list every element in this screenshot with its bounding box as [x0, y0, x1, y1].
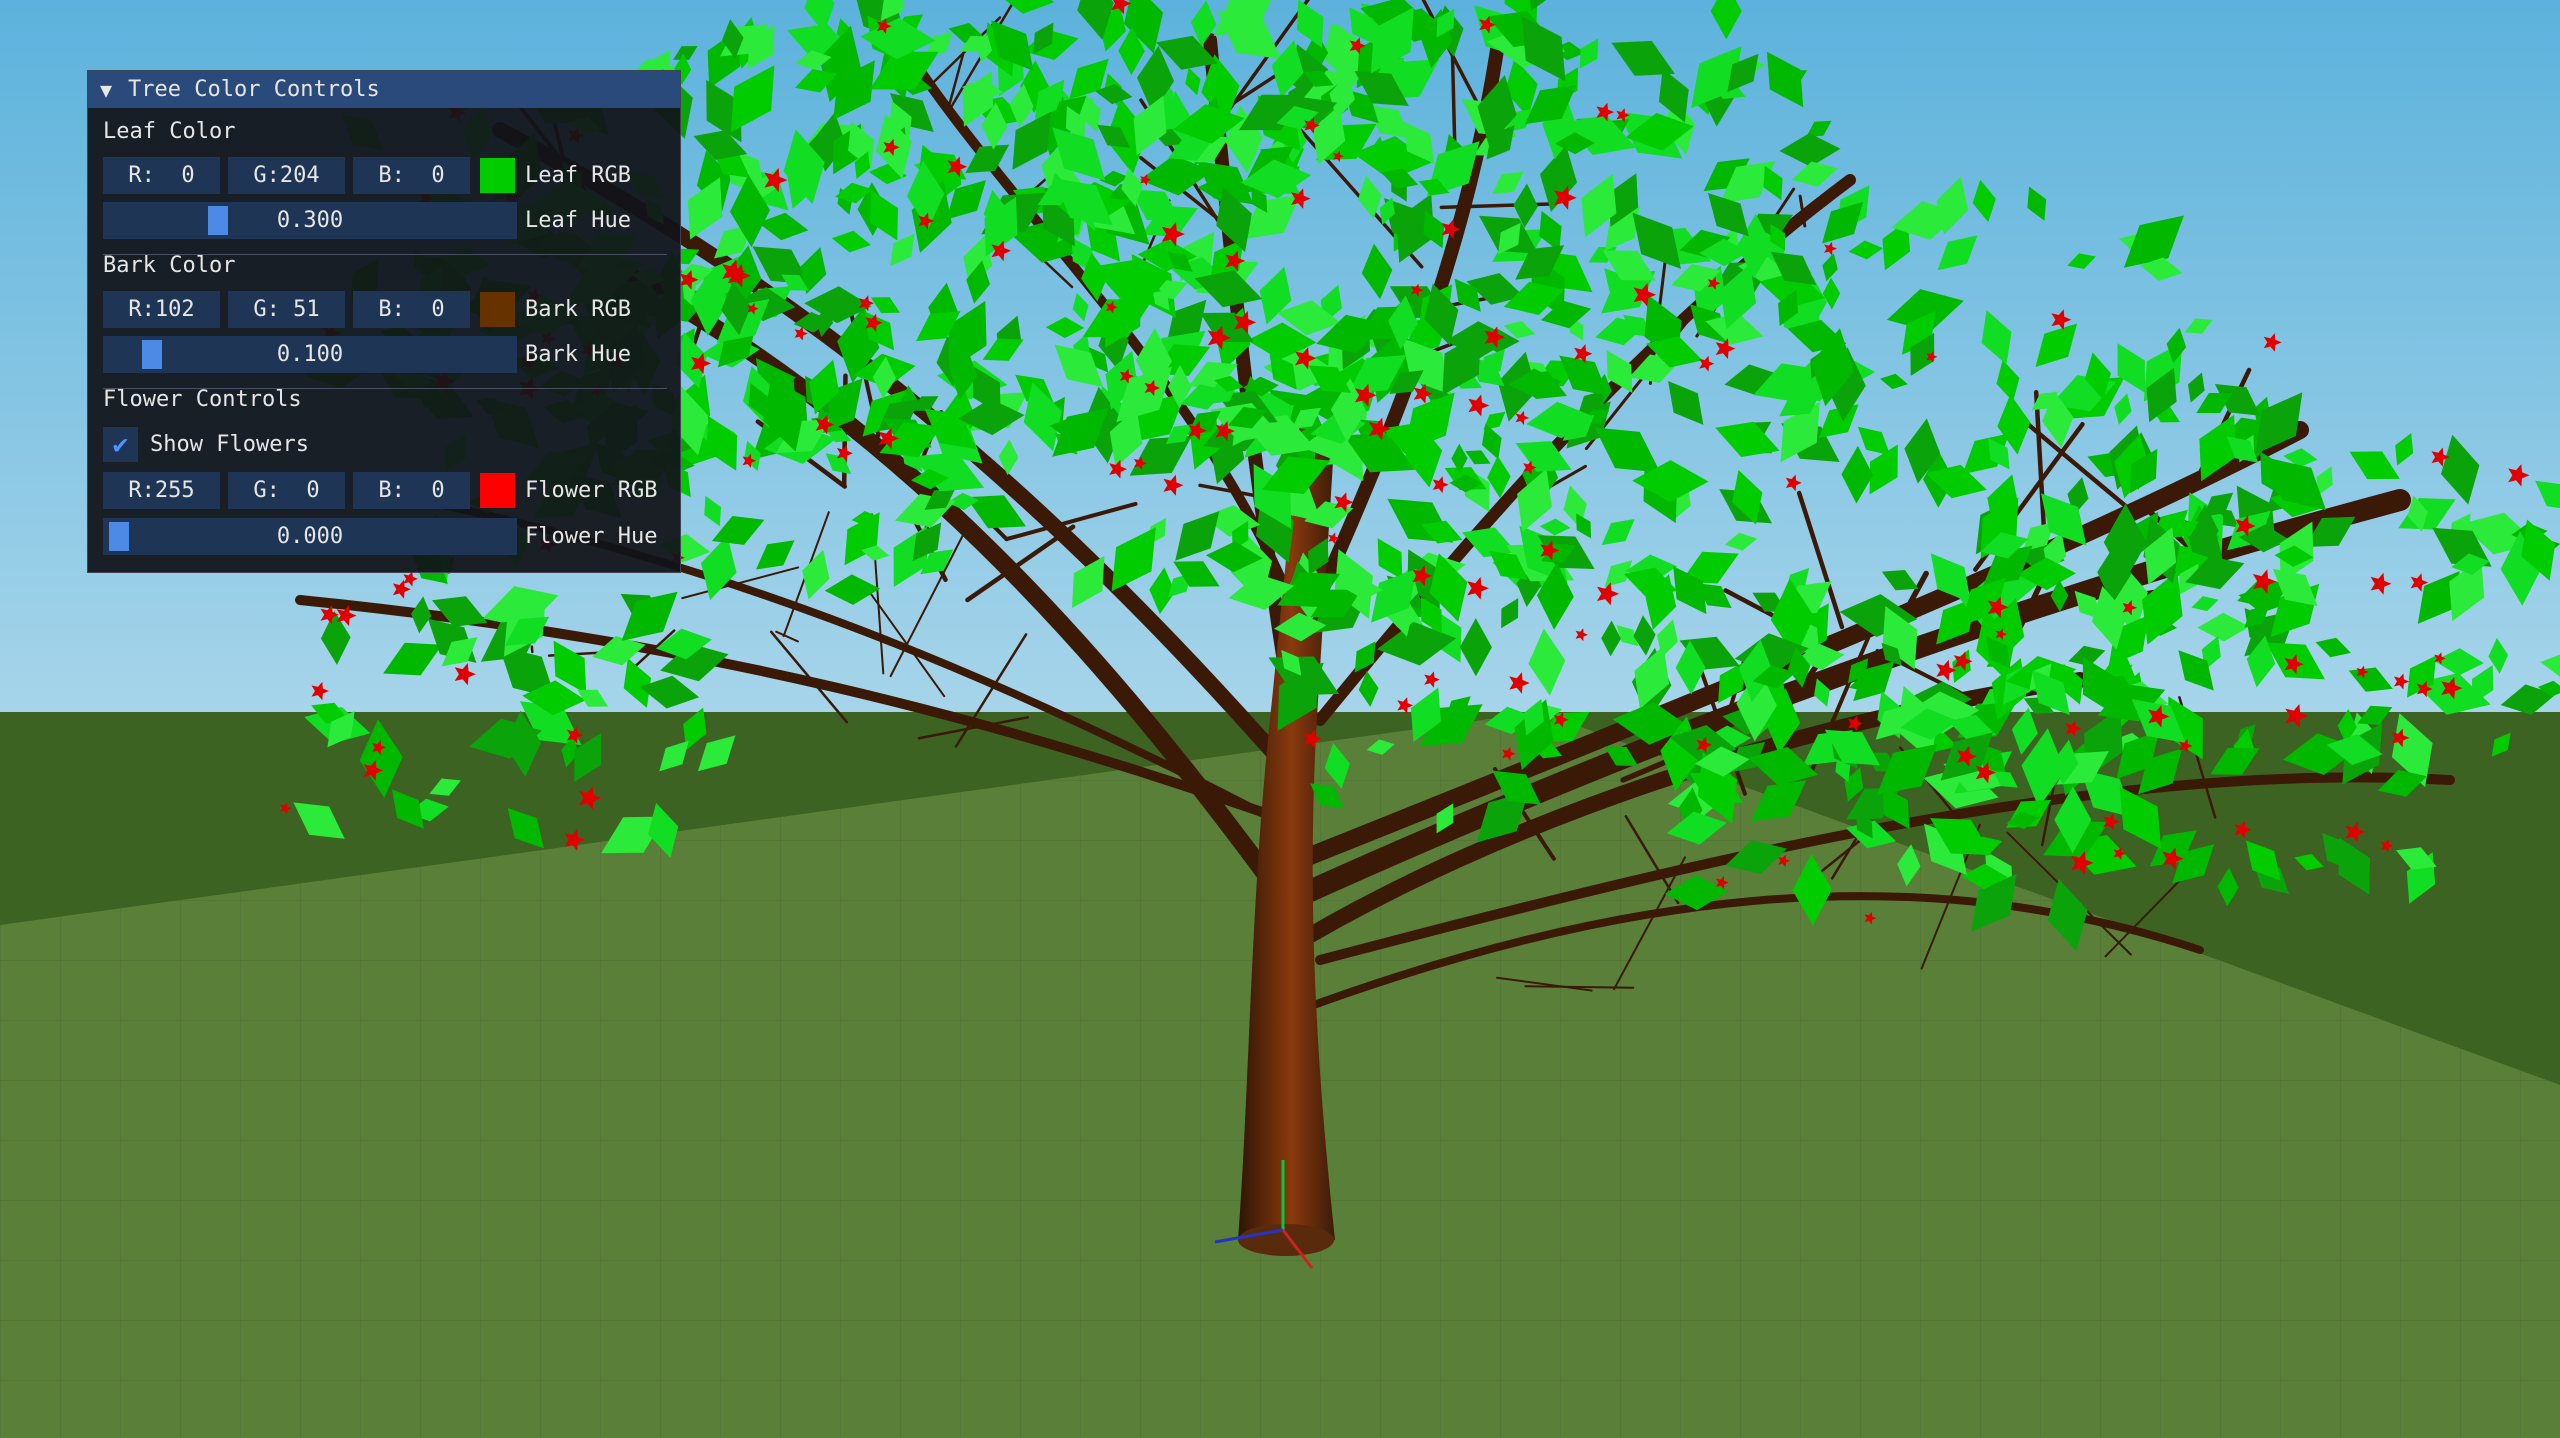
leaf-color-swatch[interactable] [480, 158, 515, 193]
bark-hue-row: 0.100 Bark Hue [103, 336, 631, 373]
flower-hue-label: Flower Hue [525, 524, 658, 549]
leaf-hue-grab[interactable] [207, 206, 228, 235]
leaf-hue-label: Leaf Hue [525, 208, 631, 233]
flower-hue-slider[interactable]: 0.000 [103, 518, 517, 555]
collapse-triangle-icon[interactable]: ▼ [100, 78, 112, 102]
tree-color-controls-window[interactable]: ▼ Tree Color Controls Leaf Color R: 0 G:… [87, 70, 681, 573]
bark-b-field[interactable]: B: 0 [353, 291, 470, 328]
trunk-base [1238, 1224, 1334, 1256]
flower-hue-grab[interactable] [109, 522, 129, 551]
leaf-hue-slider[interactable]: 0.300 [103, 202, 517, 239]
bark-color-swatch[interactable] [480, 292, 515, 327]
flower-r-field[interactable]: R:255 [103, 472, 220, 509]
bark-hue-value: 0.100 [276, 342, 344, 367]
bark-rgb-row: R:102 G: 51 B: 0 Bark RGB [103, 291, 631, 328]
leaf-g-field[interactable]: G:204 [228, 157, 345, 194]
bark-hue-slider[interactable]: 0.100 [103, 336, 517, 373]
flower-hue-value: 0.000 [276, 524, 344, 549]
leaf-hue-row: 0.300 Leaf Hue [103, 202, 631, 239]
show-flowers-checkbox[interactable]: ✔ [103, 427, 138, 462]
show-flowers-label[interactable]: Show Flowers [150, 432, 309, 457]
bark-color-heading: Bark Color [103, 253, 236, 278]
flower-b-field[interactable]: B: 0 [353, 472, 470, 509]
leaf-color-heading: Leaf Color [103, 119, 236, 144]
bark-rgb-label: Bark RGB [525, 297, 631, 322]
flower-g-field[interactable]: G: 0 [228, 472, 345, 509]
bark-g-field[interactable]: G: 51 [228, 291, 345, 328]
flower-hue-row: 0.000 Flower Hue [103, 518, 657, 555]
leaf-b-field[interactable]: B: 0 [353, 157, 470, 194]
leaf-rgb-label: Leaf RGB [525, 163, 631, 188]
window-title: Tree Color Controls [128, 77, 380, 102]
bark-hue-label: Bark Hue [525, 342, 631, 367]
show-flowers-row[interactable]: ✔ Show Flowers [103, 426, 309, 463]
leaf-r-field[interactable]: R: 0 [103, 157, 220, 194]
flower-rgb-row: R:255 G: 0 B: 0 Flower RGB [103, 472, 657, 509]
flower-rgb-label: Flower RGB [525, 478, 658, 503]
bark-hue-grab[interactable] [141, 340, 162, 369]
bark-r-field[interactable]: R:102 [103, 291, 220, 328]
flower-controls-heading: Flower Controls [103, 387, 302, 412]
leaf-rgb-row: R: 0 G:204 B: 0 Leaf RGB [103, 157, 631, 194]
flower-color-swatch[interactable] [480, 473, 515, 508]
leaf-hue-value: 0.300 [276, 208, 344, 233]
window-titlebar[interactable]: ▼ Tree Color Controls [88, 71, 680, 108]
